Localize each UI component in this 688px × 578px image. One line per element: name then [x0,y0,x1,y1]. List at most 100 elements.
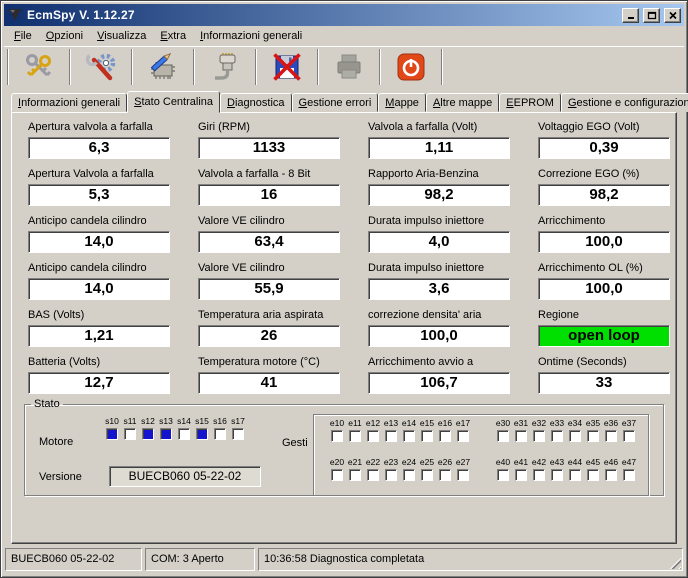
status-bit: e21 [346,457,364,481]
checkbox-label: s11 [123,416,136,427]
status-checkbox[interactable] [623,469,635,481]
menu-file[interactable]: File [7,28,39,44]
status-checkbox[interactable] [457,469,469,481]
field-value: 100,0 [538,231,670,253]
status-bit: e43 [548,457,566,481]
status-checkbox[interactable] [385,469,397,481]
status-bit: e20 [328,457,346,481]
tab-gestione-errori[interactable]: Gestione errori [292,93,379,112]
field-label: Valore VE cilindro [198,215,348,229]
status-checkbox[interactable] [457,430,469,442]
field-label: BAS (Volts) [28,309,178,323]
field-cell: Durata impulso iniettore 3,6 [368,262,518,300]
status-checkbox[interactable] [533,469,545,481]
status-checkbox[interactable] [439,469,451,481]
status-checkbox[interactable] [421,430,433,442]
status-bit: e35 [584,418,602,442]
chip-edit-button[interactable] [134,48,192,86]
tab-eeprom[interactable]: EEPROM [499,93,561,112]
field-value: 98,2 [538,184,670,206]
status-checkbox[interactable] [214,428,226,440]
status-bit: e22 [364,457,382,481]
checkbox-label: s10 [105,416,119,427]
status-bit: e13 [382,418,400,442]
tab-mappe[interactable]: Mappe [378,93,426,112]
setup-tools-button[interactable] [72,48,130,86]
errori-bits-e10: e10e11e12e13e14e15e16e17 [328,418,472,442]
status-bit: e26 [436,457,454,481]
status-checkbox[interactable] [367,430,379,442]
status-bit: e41 [512,457,530,481]
status-bit: s10 [103,416,121,440]
checkbox-label: s14 [177,416,191,427]
status-checkbox[interactable] [178,428,190,440]
status-checkbox[interactable] [569,430,581,442]
status-checkbox[interactable] [331,430,343,442]
status-checkbox[interactable] [142,428,154,440]
status-checkbox[interactable] [232,428,244,440]
close-icon [668,11,678,20]
tab-diagnostica[interactable]: Diagnostica [220,93,292,112]
checkbox-label: e22 [366,457,380,468]
exit-power-button[interactable] [382,48,440,86]
status-checkbox[interactable] [367,469,379,481]
status-checkbox[interactable] [533,430,545,442]
status-checkbox[interactable] [605,430,617,442]
status-checkbox[interactable] [421,469,433,481]
connect-keys-button[interactable] [10,48,68,86]
checkbox-label: e26 [438,457,452,468]
checkbox-label: e34 [568,418,582,429]
toolbar-separator [255,49,257,85]
status-checkbox[interactable] [605,469,617,481]
field-cell: Correzione EGO (%) 98,2 [538,168,670,206]
connector-button[interactable] [196,48,254,86]
status-checkbox[interactable] [124,428,136,440]
status-checkbox[interactable] [497,469,509,481]
status-checkbox[interactable] [331,469,343,481]
status-checkbox[interactable] [587,430,599,442]
status-checkbox[interactable] [497,430,509,442]
versione-value: BUECB060 05-22-02 [109,466,261,487]
checkbox-label: e31 [514,418,528,429]
status-checkbox[interactable] [403,469,415,481]
status-checkbox[interactable] [349,469,361,481]
close-button[interactable] [664,8,681,23]
status-checkbox[interactable] [569,469,581,481]
maximize-button[interactable] [643,8,660,23]
menu-informazioni-generali[interactable]: Informazioni generali [193,28,309,44]
resize-grip-icon[interactable] [669,557,681,569]
status-checkbox[interactable] [515,430,527,442]
tab-stato-centralina[interactable]: Stato Centralina [127,91,220,113]
menu-opzioni[interactable]: Opzioni [39,28,90,44]
save-button[interactable] [258,48,316,86]
status-checkbox[interactable] [439,430,451,442]
status-checkbox[interactable] [349,430,361,442]
menubar: File Opzioni Visualizza Extra Informazio… [4,26,684,46]
menu-visualizza[interactable]: Visualizza [90,28,153,44]
field-label: Rapporto Aria-Benzina [368,168,518,182]
status-bit: e31 [512,418,530,442]
status-checkbox[interactable] [196,428,208,440]
status-checkbox[interactable] [403,430,415,442]
status-checkbox[interactable] [160,428,172,440]
status-checkbox[interactable] [385,430,397,442]
field-label: Ontime (Seconds) [538,356,670,370]
field-label: Valvola a farfalla (Volt) [368,121,518,135]
field-value: 6,3 [28,137,170,159]
status-checkbox[interactable] [551,430,563,442]
tab-informazioni-generali[interactable]: Informazioni generali [11,93,127,112]
field-label: Arricchimento avvio a [368,356,518,370]
status-checkbox[interactable] [551,469,563,481]
status-checkbox[interactable] [515,469,527,481]
checkbox-label: e14 [402,418,416,429]
status-checkbox[interactable] [587,469,599,481]
status-checkbox[interactable] [623,430,635,442]
tab-altre-mappe[interactable]: Altre mappe [426,93,499,112]
minimize-button[interactable] [622,8,639,23]
print-button[interactable] [320,48,378,86]
toolbar-separator [193,49,195,85]
status-checkbox[interactable] [106,428,118,440]
field-label: Valore VE cilindro [198,262,348,276]
tab-gestione-e-configurazione[interactable]: Gestione e configurazione [561,93,688,112]
menu-extra[interactable]: Extra [153,28,193,44]
